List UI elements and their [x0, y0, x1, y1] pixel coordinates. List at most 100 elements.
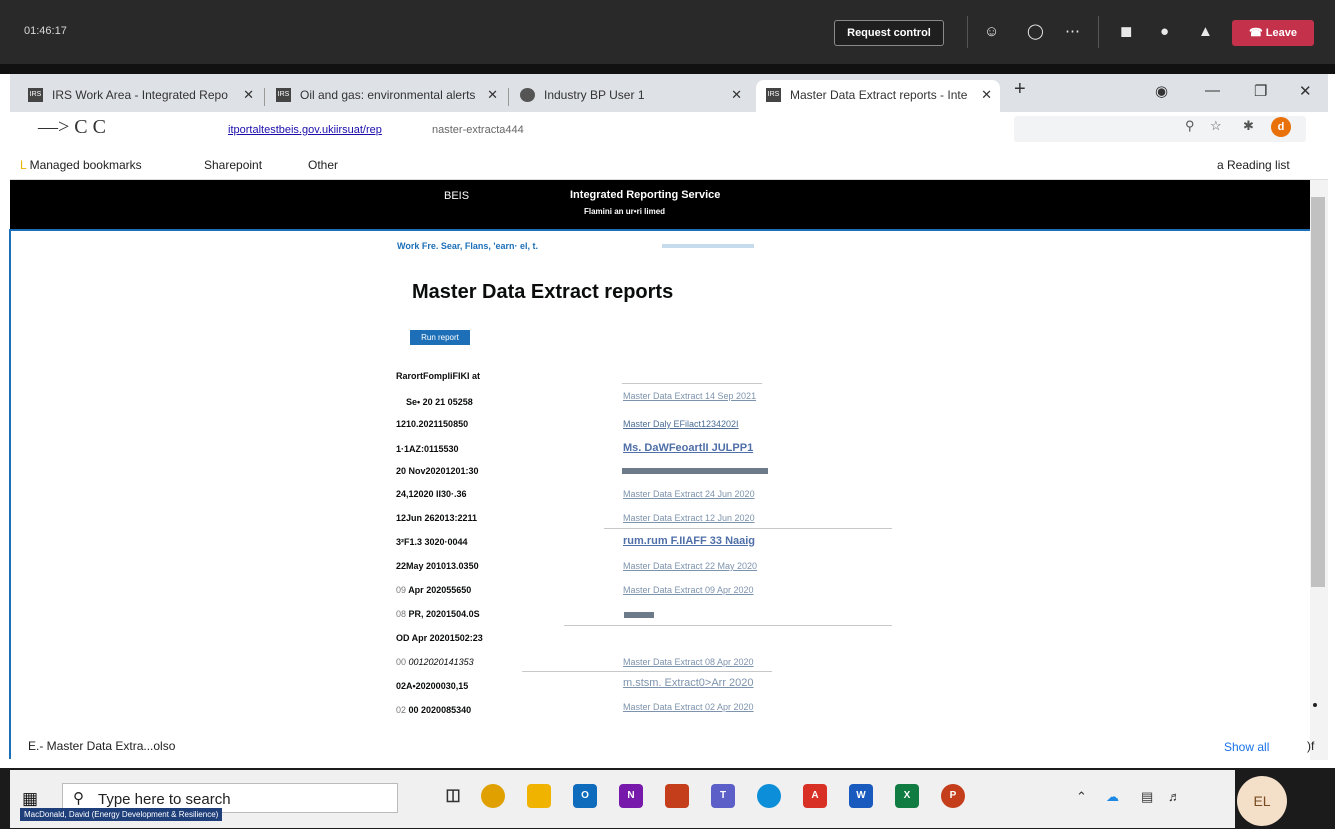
windows-start-icon[interactable]: ▦	[22, 789, 38, 809]
date-value: Apr 202055650	[408, 585, 472, 595]
date-value: 0012020141353	[408, 657, 474, 667]
url-text[interactable]: naster-extracta444	[432, 124, 524, 136]
close-tab-icon[interactable]: ✕	[981, 80, 992, 110]
new-tab-icon[interactable]: +	[1014, 78, 1026, 101]
report-link-bar[interactable]	[624, 612, 654, 618]
bookmark-label: Managed bookmarks	[29, 158, 142, 172]
report-date: 22May 201013.0350	[396, 561, 479, 571]
close-tab-icon[interactable]: ✕	[243, 80, 254, 110]
report-link[interactable]: Master Data Extract 22 May 2020	[623, 561, 757, 571]
bookmarks-bar: L Managed bookmarks Sharepoint Other a R…	[10, 148, 1328, 180]
show-all-downloads-button[interactable]: Show all	[1224, 740, 1269, 754]
report-link[interactable]: Master Data Extract 02 Apr 2020	[623, 702, 754, 712]
network-icon[interactable]: ▤	[1141, 789, 1153, 805]
outlook-icon[interactable]: O	[573, 784, 597, 808]
report-row: 08 PR, 20201504.0S	[396, 609, 896, 629]
report-date: 1210.2021150850	[396, 419, 469, 429]
extensions-icon[interactable]: ✱	[1243, 118, 1254, 134]
report-link[interactable]: Master Data Extract 12 Jun 2020	[623, 513, 755, 523]
download-item[interactable]: E.- Master Data Extra...olso	[28, 739, 175, 753]
tab-label: Master Data Extract reports - Inte	[790, 88, 968, 102]
report-link[interactable]: Master Data Extract 08 Apr 2020	[623, 657, 754, 667]
close-tab-icon[interactable]: ✕	[731, 80, 742, 110]
reports-column-header: RarortFompliFIKI at	[396, 371, 481, 381]
search-icon: ⚲	[73, 790, 84, 807]
tab-industry-bp-user[interactable]: Industry BP User 1 ✕	[510, 80, 750, 112]
people-icon[interactable]: ☺	[984, 22, 999, 42]
report-link-bar[interactable]	[622, 468, 768, 474]
tab-master-data-extract[interactable]: IRS Master Data Extract reports - Inte ✕	[756, 80, 1000, 112]
page-title: Master Data Extract reports	[412, 281, 674, 303]
run-report-button[interactable]: Run report	[410, 330, 470, 345]
task-view-icon[interactable]: ◫	[441, 784, 465, 808]
bookmark-managed[interactable]: L Managed bookmarks	[20, 158, 142, 172]
restore-icon[interactable]: ❐	[1254, 82, 1267, 100]
volume-icon[interactable]: ♬	[1168, 789, 1181, 804]
chevron-up-icon[interactable]: ⌃	[1076, 789, 1087, 805]
reading-list[interactable]: a Reading list	[1217, 158, 1290, 172]
word-icon[interactable]: W	[849, 784, 873, 808]
report-link[interactable]: rum.rum F.IIAFF 33 Naaig	[623, 535, 755, 547]
row-divider	[564, 625, 892, 626]
report-link[interactable]: Ms. DaWFeoartlI JULPP1	[623, 442, 753, 454]
acrobat-icon[interactable]: A	[803, 784, 827, 808]
request-control-button[interactable]: Request control	[834, 20, 944, 46]
tab-irs-work-area[interactable]: IRS IRS Work Area - Integrated Repo ✕	[18, 80, 262, 112]
report-date: 08 PR, 20201504.0S	[396, 609, 480, 619]
page-dot	[1313, 703, 1317, 707]
address-bar: —> C C itportaltestbeis.gov.ukiirsuat/re…	[10, 112, 1328, 148]
tab-label: Industry BP User 1	[544, 88, 645, 102]
tab-label: Oil and gas: environmental alerts	[300, 88, 476, 102]
bookmark-sharepoint[interactable]: Sharepoint	[204, 158, 262, 172]
chat-icon[interactable]: ◯	[1027, 22, 1044, 42]
camera-off-icon[interactable]: ◼	[1120, 22, 1132, 42]
edge-icon[interactable]	[757, 784, 781, 808]
tab-divider	[508, 88, 509, 106]
report-link[interactable]: Master Data Extract 14 Sep 2021	[623, 391, 756, 401]
powerpoint-icon[interactable]: P	[941, 784, 965, 808]
profile-avatar[interactable]: d	[1271, 117, 1291, 137]
beis-logo[interactable]: BEIS	[444, 190, 469, 202]
chrome-icon[interactable]	[481, 784, 505, 808]
mic-icon[interactable]: ●	[1160, 22, 1169, 42]
address-field-right[interactable]	[1014, 116, 1306, 142]
tab-search-icon[interactable]: ◉	[1155, 82, 1168, 100]
leave-button[interactable]: ☎ Leave	[1232, 20, 1314, 46]
nav-buttons[interactable]: —> C C	[38, 116, 106, 139]
report-link[interactable]: Master Data Extract 09 Apr 2020	[623, 585, 754, 595]
close-download-shelf[interactable]: )f	[1307, 739, 1314, 753]
beis-favicon-icon: IRS	[276, 88, 291, 102]
report-link[interactable]: m.stsm. Extract0>Arr 2020	[623, 677, 754, 689]
globe-icon	[520, 88, 535, 102]
minimize-icon[interactable]: —	[1205, 82, 1220, 99]
service-subtitle: Flamini an ur•ri limed	[584, 207, 666, 216]
close-window-icon[interactable]: ✕	[1299, 82, 1312, 100]
onenote-icon[interactable]: N	[619, 784, 643, 808]
bookmark-other[interactable]: Other	[308, 158, 338, 172]
date-prefix: 02	[396, 705, 407, 715]
url-link[interactable]: itportaltestbeis.gov.ukiirsuat/rep	[228, 124, 382, 136]
report-link[interactable]: Master Daly EFilact1234202I	[623, 419, 739, 429]
report-row: 00 0012020141353 Master Data Extract 08 …	[396, 657, 896, 677]
teams-icon[interactable]: T	[711, 784, 735, 808]
participant-avatar: EL	[1237, 776, 1287, 826]
tab-oil-and-gas[interactable]: IRS Oil and gas: environmental alerts ✕	[266, 80, 506, 112]
report-date: 09 Apr 202055650	[396, 585, 471, 595]
onedrive-icon[interactable]: ☁	[1106, 789, 1119, 805]
toolbar-divider	[1098, 16, 1099, 48]
report-row: 20 Nov20201201:30	[396, 466, 896, 486]
breadcrumb[interactable]: Work Fre. Sear, Flans, 'earn· el, t.	[397, 241, 538, 251]
share-icon[interactable]: ▲	[1198, 22, 1213, 42]
scrollbar-thumb[interactable]	[1311, 197, 1325, 587]
close-tab-icon[interactable]: ✕	[487, 80, 498, 110]
report-row: OD Apr 20201502:23	[396, 633, 896, 653]
pen-icon[interactable]	[665, 784, 689, 808]
excel-icon[interactable]: X	[895, 784, 919, 808]
date-prefix: 00	[396, 657, 407, 667]
zoom-icon[interactable]: ⚲	[1185, 118, 1195, 134]
file-explorer-icon[interactable]	[527, 784, 551, 808]
report-link[interactable]: Master Data Extract 24 Jun 2020	[623, 489, 755, 499]
more-icon[interactable]: ⋯	[1065, 22, 1080, 42]
star-icon[interactable]: ☆	[1210, 118, 1222, 134]
service-title[interactable]: Integrated Reporting Service	[570, 189, 720, 201]
